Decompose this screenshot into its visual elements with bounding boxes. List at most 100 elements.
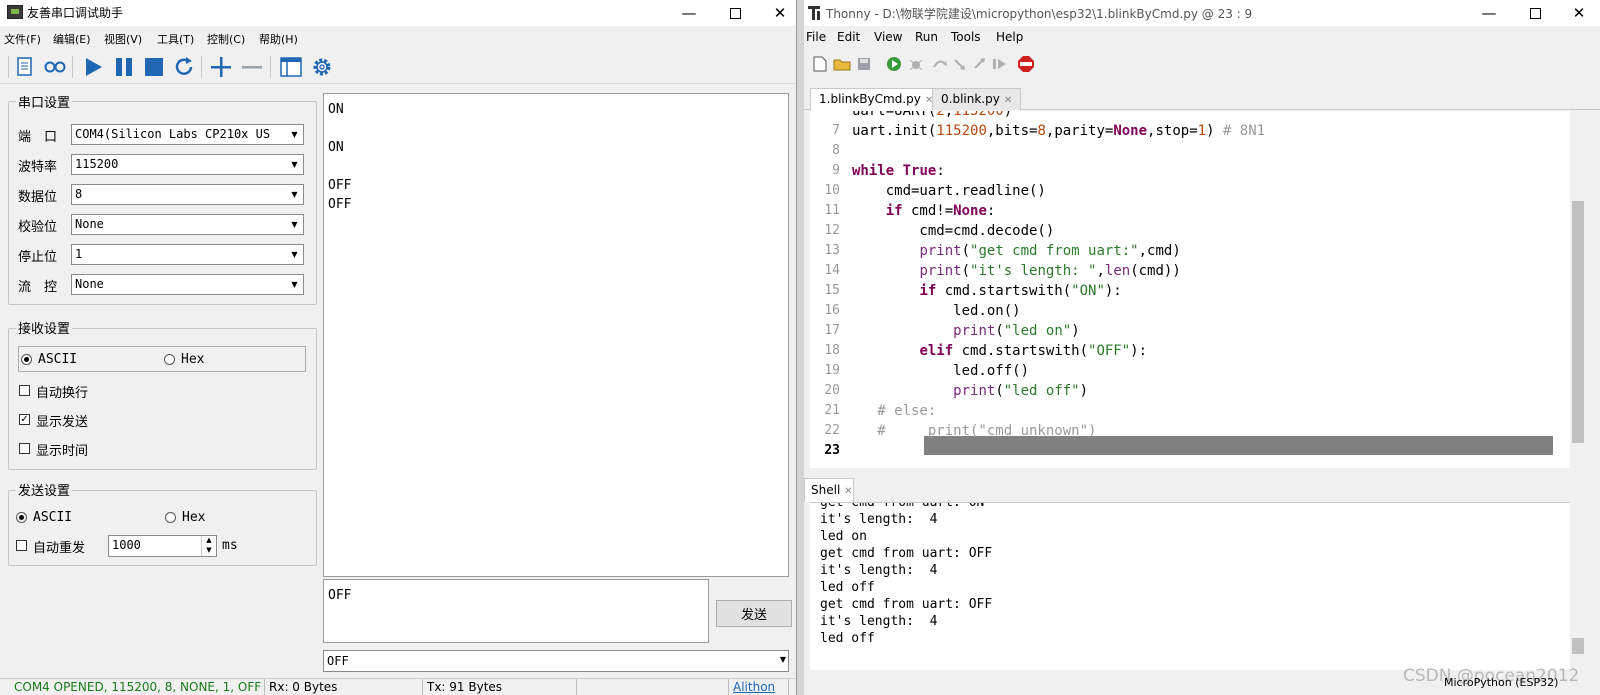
send-ascii-label: ASCII <box>33 510 73 525</box>
flowcontrol-label: 流 控 <box>18 280 58 295</box>
alithon-link[interactable]: Alithon <box>729 679 789 695</box>
maximize-button[interactable] <box>1512 0 1558 26</box>
menu-file[interactable]: 文件(F) <box>4 31 41 47</box>
toolbar-separator <box>201 56 202 78</box>
auto-resend-label: 自动重发 <box>33 541 86 556</box>
step-out-icon[interactable] <box>970 54 990 74</box>
receive-hex-radio[interactable] <box>164 354 175 365</box>
receive-ascii-radio[interactable] <box>21 354 32 365</box>
new-document-icon[interactable] <box>12 54 38 80</box>
scrollbar-thumb[interactable] <box>1572 201 1584 443</box>
pause-icon[interactable] <box>111 54 137 80</box>
close-button[interactable]: ✕ <box>757 0 796 26</box>
plus-icon[interactable] <box>208 54 234 80</box>
resend-interval-stepper[interactable]: 1000 ▲ ▼ <box>108 535 217 557</box>
step-over-icon[interactable] <box>930 54 950 74</box>
minimize-button[interactable]: — <box>666 0 712 26</box>
code-line: # else: <box>852 403 937 419</box>
show-time-checkbox[interactable] <box>19 443 30 454</box>
code-line: elif cmd.startswith("OFF"): <box>919 343 1148 359</box>
send-input[interactable]: OFF <box>323 579 709 643</box>
step-into-icon[interactable] <box>950 54 970 74</box>
line-number: 18 <box>824 343 840 358</box>
menu-run[interactable]: Run <box>915 30 938 44</box>
open-folder-icon[interactable] <box>832 54 852 74</box>
play-icon[interactable] <box>80 54 106 80</box>
send-history-select[interactable]: OFF ▼ <box>323 650 789 672</box>
menu-control[interactable]: 控制(C) <box>207 31 245 47</box>
interval-unit: ms <box>222 538 238 553</box>
editor-scrollbar[interactable] <box>1570 111 1586 468</box>
scrollbar-thumb[interactable] <box>1572 638 1584 654</box>
menu-tools[interactable]: 工具(T) <box>157 31 194 47</box>
loop-icon[interactable] <box>42 54 68 80</box>
tab-shell[interactable]: Shell ✕ <box>804 478 854 502</box>
window-layout-icon[interactable] <box>278 54 304 80</box>
run-icon[interactable] <box>884 54 904 74</box>
rx-count: Rx: 0 Bytes <box>265 679 423 695</box>
close-tab-icon[interactable]: ✕ <box>1004 95 1012 106</box>
databits-label: 数据位 <box>18 190 58 205</box>
menu-tools[interactable]: Tools <box>951 30 981 44</box>
auto-resend-checkbox[interactable] <box>16 540 27 551</box>
shell-line: it's length: 4 <box>820 563 938 578</box>
line-number: 22 <box>824 423 840 438</box>
shell-line: get cmd from uart: OFF <box>820 597 993 612</box>
code-editor[interactable]: 7 8 9 10 11 12 13 14 15 16 17 18 19 20 2… <box>810 111 1570 468</box>
parity-select[interactable]: None ▼ <box>71 214 304 235</box>
interpreter-status[interactable]: MicroPython (ESP32) <box>1444 676 1558 689</box>
send-button[interactable]: 发送 <box>716 600 792 627</box>
receive-line: ON <box>328 102 344 117</box>
menu-view[interactable]: 视图(V) <box>104 31 142 47</box>
flowcontrol-select[interactable]: None ▼ <box>71 274 304 295</box>
debug-icon[interactable] <box>906 54 926 74</box>
chevron-down-icon: ▼ <box>286 155 303 174</box>
tab-blinkbycmd[interactable]: 1.blinkByCmd.py ✕ <box>810 88 943 111</box>
code-line: print("led off") <box>953 383 1089 399</box>
toolbar-separator <box>8 56 9 78</box>
menu-edit[interactable]: Edit <box>837 30 860 44</box>
send-ascii-radio[interactable] <box>16 512 27 523</box>
serial-settings-label: 串口设置 <box>16 92 73 111</box>
shell-line: led off <box>820 631 875 646</box>
shell-scrollbar[interactable] <box>1570 502 1586 670</box>
menu-file[interactable]: File <box>806 30 826 44</box>
auto-wrap-label: 自动换行 <box>36 386 89 401</box>
stop-sign-icon[interactable] <box>1016 54 1036 74</box>
chevron-down-icon: ▼ <box>286 245 303 264</box>
menu-edit[interactable]: 编辑(E) <box>53 31 91 47</box>
window-divider <box>796 0 804 695</box>
close-tab-icon[interactable]: ✕ <box>844 486 852 497</box>
send-hex-radio[interactable] <box>165 512 176 523</box>
stop-icon[interactable] <box>141 54 167 80</box>
settings-gear-icon[interactable] <box>309 54 335 80</box>
maximize-button[interactable] <box>712 0 758 26</box>
baud-select[interactable]: 115200 ▼ <box>71 154 304 175</box>
menu-help[interactable]: Help <box>996 30 1023 44</box>
thonny-logo-icon <box>808 5 822 24</box>
databits-select[interactable]: 8 ▼ <box>71 184 304 205</box>
port-select[interactable]: COM4(Silicon Labs CP210x US ▼ <box>71 124 304 145</box>
resume-icon[interactable] <box>990 54 1010 74</box>
shell-output[interactable]: get cmd from uart: ON it's length: 4 led… <box>810 502 1570 670</box>
new-file-icon[interactable] <box>810 54 830 74</box>
menu-view[interactable]: View <box>874 30 902 44</box>
code-line: uart=UART(2,115200) <box>852 111 1013 119</box>
code-line: led.off() <box>852 363 1030 379</box>
receive-output[interactable]: ON ON OFF OFF <box>323 93 789 577</box>
line-number: 15 <box>824 283 840 298</box>
close-button[interactable]: ✕ <box>1556 0 1600 26</box>
show-send-checkbox[interactable]: ✓ <box>19 414 30 425</box>
tab-blink[interactable]: 0.blink.py ✕ <box>932 88 1022 110</box>
stopbits-select[interactable]: 1 ▼ <box>71 244 304 265</box>
save-icon[interactable] <box>854 54 874 74</box>
refresh-icon[interactable] <box>171 54 197 80</box>
stepper-up-icon[interactable]: ▲ <box>201 536 216 546</box>
minimize-button[interactable]: — <box>1466 0 1512 26</box>
minus-icon[interactable] <box>239 54 265 80</box>
menu-help[interactable]: 帮助(H) <box>259 31 298 47</box>
status-empty <box>577 679 729 695</box>
auto-wrap-checkbox[interactable] <box>19 385 30 396</box>
line-number: 20 <box>824 383 840 398</box>
stepper-down-icon[interactable]: ▼ <box>201 546 216 556</box>
